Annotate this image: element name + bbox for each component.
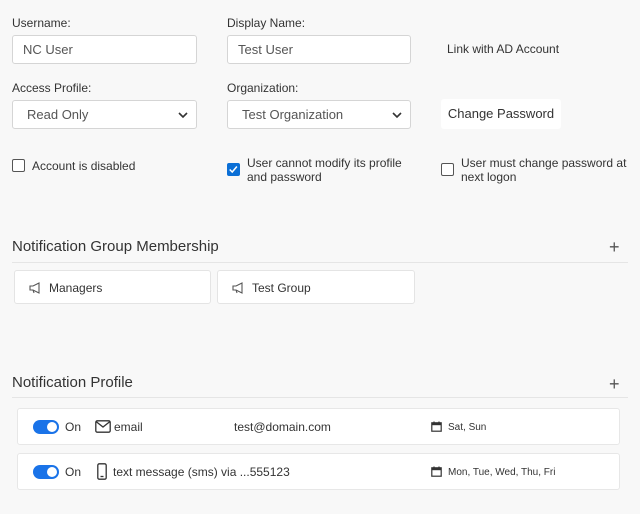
chevron-down-icon — [178, 112, 188, 119]
cannot-modify-label: User cannot modify its profile and passw… — [247, 156, 402, 184]
add-profile-button[interactable]: + — [609, 375, 620, 393]
username-label: Username: — [12, 16, 71, 30]
profile-days: Mon, Tue, Wed, Thu, Fri — [448, 467, 556, 478]
must-change-line2: next logon — [461, 170, 517, 184]
organization-value: Test Organization — [242, 107, 344, 122]
profile-channel: email — [114, 420, 143, 434]
envelope-icon — [95, 420, 111, 433]
access-profile-value: Read Only — [27, 107, 89, 122]
megaphone-icon — [29, 282, 40, 294]
organization-select[interactable]: Test Organization — [227, 100, 411, 129]
account-disabled-label: Account is disabled — [32, 159, 136, 173]
group-card-managers[interactable]: Managers — [14, 270, 211, 304]
profile-toggle[interactable] — [33, 465, 59, 479]
check-icon — [229, 166, 238, 174]
access-profile-select[interactable]: Read Only — [12, 100, 197, 129]
profile-days: Sat, Sun — [448, 422, 487, 433]
calendar-icon — [431, 421, 442, 432]
profile-divider — [12, 397, 628, 398]
notification-profile-title: Notification Profile — [12, 374, 133, 391]
group-card-test-group[interactable]: Test Group — [217, 270, 415, 304]
must-change-checkbox[interactable] — [441, 163, 454, 176]
group-membership-title: Notification Group Membership — [12, 238, 219, 255]
profile-channel: text message (sms) via ...555123 — [113, 465, 290, 479]
organization-label: Organization: — [227, 81, 299, 95]
group-label: Test Group — [252, 281, 311, 295]
profile-target: test@domain.com — [234, 420, 331, 434]
username-input[interactable]: NC User — [12, 35, 197, 64]
change-password-button[interactable]: Change Password — [441, 99, 561, 129]
phone-icon — [97, 463, 107, 480]
profile-state: On — [65, 465, 82, 479]
must-change-label: User must change password at next logon — [461, 156, 626, 184]
cannot-modify-line1: User cannot modify its profile — [247, 156, 402, 170]
account-disabled-checkbox[interactable] — [12, 159, 25, 172]
display-name-input[interactable]: Test User — [227, 35, 411, 64]
profile-toggle[interactable] — [33, 420, 59, 434]
access-profile-label: Access Profile: — [12, 81, 92, 95]
link-ad-account[interactable]: Link with AD Account — [447, 42, 559, 56]
calendar-icon — [431, 466, 442, 477]
chevron-down-icon — [392, 112, 402, 119]
group-divider — [12, 262, 628, 263]
must-change-line1: User must change password at — [461, 156, 627, 170]
cannot-modify-checkbox[interactable] — [227, 163, 240, 176]
add-group-button[interactable]: + — [609, 238, 620, 256]
megaphone-icon — [232, 282, 243, 294]
cannot-modify-line2: and password — [247, 170, 322, 184]
display-name-label: Display Name: — [227, 16, 306, 30]
profile-row-email: On email test@domain.com Sat, Sun — [17, 408, 620, 445]
profile-row-sms: On text message (sms) via ...555123 Mon,… — [17, 453, 620, 490]
profile-state: On — [65, 420, 82, 434]
group-label: Managers — [49, 281, 103, 295]
